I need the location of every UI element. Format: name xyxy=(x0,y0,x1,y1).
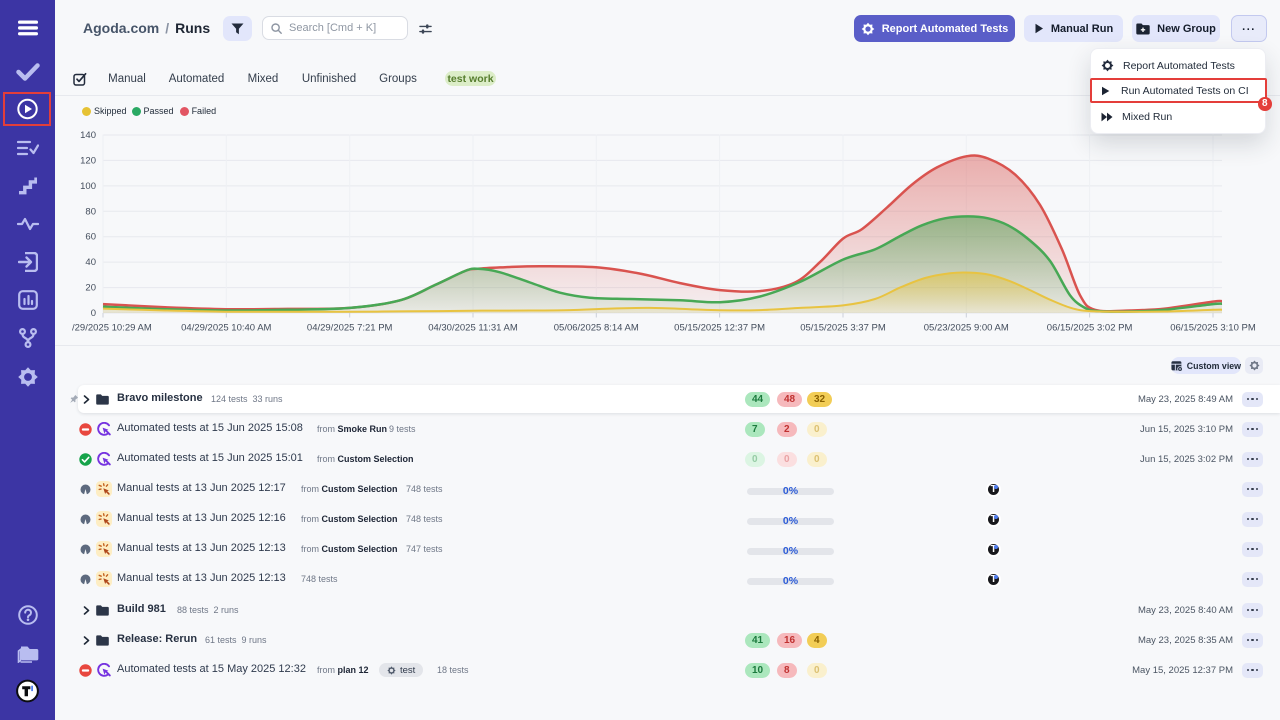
svg-text:04/30/2025 11:31 AM: 04/30/2025 11:31 AM xyxy=(428,323,518,334)
svg-text:05/23/2025 9:00 AM: 05/23/2025 9:00 AM xyxy=(924,323,1009,334)
svg-text:05/15/2025 3:37 PM: 05/15/2025 3:37 PM xyxy=(800,323,886,334)
svg-text:40: 40 xyxy=(85,257,96,268)
svg-text:04/29/2025 10:40 AM: 04/29/2025 10:40 AM xyxy=(181,323,271,334)
svg-text:06/15/2025 3:02 PM: 06/15/2025 3:02 PM xyxy=(1047,323,1133,334)
svg-text:120: 120 xyxy=(80,155,96,166)
svg-text:04/29/2025 7:21 PM: 04/29/2025 7:21 PM xyxy=(307,323,393,334)
svg-text:05/06/2025 8:14 AM: 05/06/2025 8:14 AM xyxy=(554,323,639,334)
svg-text:140: 140 xyxy=(80,130,96,141)
svg-text:0: 0 xyxy=(91,308,96,319)
svg-text:20: 20 xyxy=(85,283,96,294)
svg-text:60: 60 xyxy=(85,232,96,243)
svg-text:06/15/2025 3:10 PM: 06/15/2025 3:10 PM xyxy=(1170,323,1256,334)
svg-text:80: 80 xyxy=(85,206,96,217)
svg-text:/29/2025 10:29 AM: /29/2025 10:29 AM xyxy=(72,323,152,334)
svg-text:05/15/2025 12:37 PM: 05/15/2025 12:37 PM xyxy=(674,323,765,334)
svg-text:100: 100 xyxy=(80,181,96,192)
